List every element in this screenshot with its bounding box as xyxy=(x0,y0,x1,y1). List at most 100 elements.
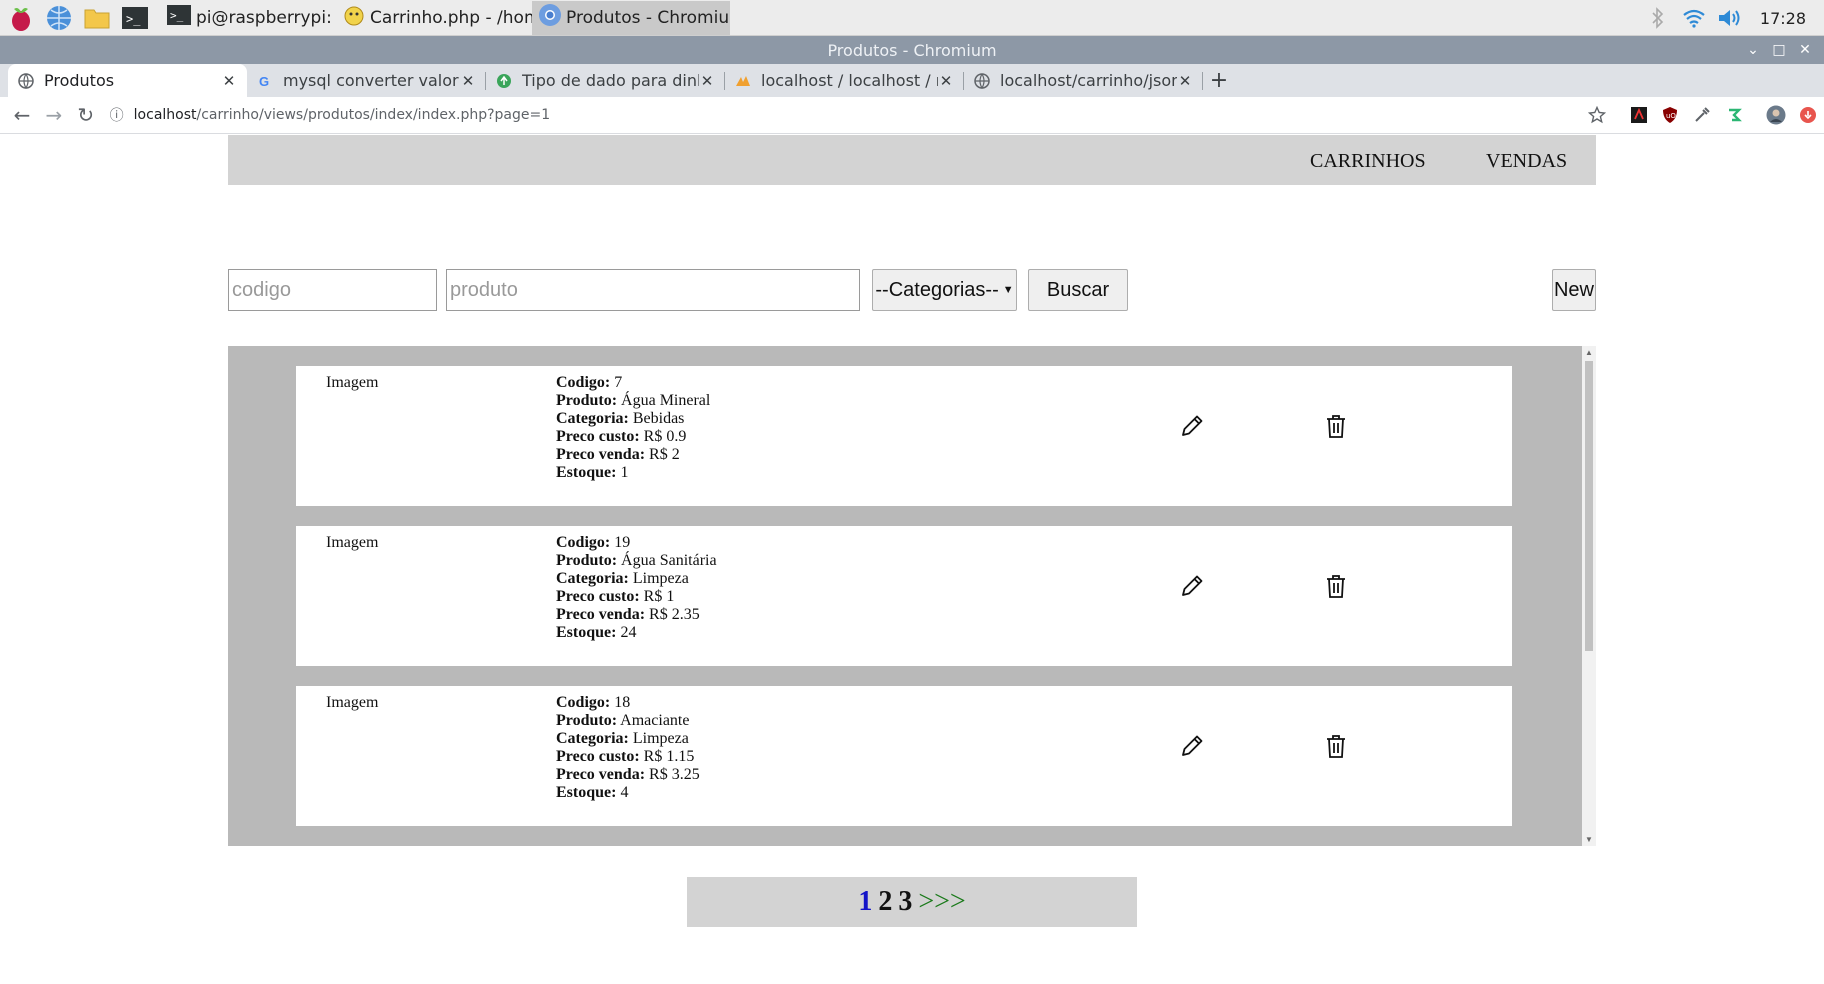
extension-pdf-icon[interactable] xyxy=(1623,99,1655,131)
tab-label: mysql converter valor em xyxy=(283,71,460,90)
edit-pencil-icon[interactable] xyxy=(1178,572,1206,600)
label-produto: Produto: xyxy=(556,712,618,729)
value-preco-venda: R$ 3.25 xyxy=(649,766,700,783)
site-info-icon[interactable]: ⓘ xyxy=(110,105,134,125)
buscar-button[interactable]: Buscar xyxy=(1028,269,1128,311)
ublock-origin-icon[interactable]: uO xyxy=(1655,99,1687,131)
update-alert-icon[interactable] xyxy=(1792,99,1824,131)
next-page-link[interactable]: >>> xyxy=(918,886,965,918)
wifi-icon[interactable] xyxy=(1676,0,1712,36)
categoria-selected-value: --Categorias-- xyxy=(875,278,999,301)
tab-tipo-de-dado[interactable]: Tipo de dado para dinheiro ✕ xyxy=(486,64,725,97)
tab-close-icon[interactable]: ✕ xyxy=(1177,72,1193,90)
page-link-1[interactable]: 1 xyxy=(858,886,872,918)
raspberry-menu-icon[interactable] xyxy=(4,3,38,33)
tab-phpmyadmin[interactable]: localhost / localhost / my ✕ xyxy=(725,64,964,97)
delete-trash-icon[interactable] xyxy=(1322,732,1350,760)
tab-close-icon[interactable]: ✕ xyxy=(699,72,715,90)
taskbar-task-label: Carrinho.php - /home... xyxy=(370,7,532,28)
value-produto: Água Mineral xyxy=(621,392,711,409)
page-link-2[interactable]: 2 xyxy=(878,886,892,918)
top-nav: CARRINHOS VENDAS xyxy=(228,135,1596,185)
delete-trash-icon[interactable] xyxy=(1322,572,1350,600)
value-categoria: Bebidas xyxy=(632,410,685,427)
new-tab-button[interactable]: + xyxy=(1203,64,1235,97)
label-codigo: Codigo: xyxy=(556,534,611,551)
product-card: Imagem Codigo: 18 Produto: Amaciante Cat… xyxy=(296,686,1512,826)
value-preco-custo: R$ 1 xyxy=(643,588,675,605)
label-estoque: Estoque: xyxy=(556,464,617,481)
codigo-input[interactable]: codigo xyxy=(228,269,437,311)
new-button[interactable]: New xyxy=(1552,269,1596,311)
svg-text:>_: >_ xyxy=(126,12,141,26)
tab-close-icon[interactable]: ✕ xyxy=(460,72,476,90)
maximize-icon[interactable]: □ xyxy=(1766,42,1792,58)
nav-link-vendas[interactable]: VENDAS xyxy=(1486,150,1567,173)
nav-link-carrinhos[interactable]: CARRINHOS xyxy=(1310,150,1426,173)
back-arrow-icon[interactable]: ← xyxy=(6,99,38,131)
address-bar[interactable]: ⓘ localhost/carrinho/views/produtos/inde… xyxy=(110,100,1581,130)
reload-icon[interactable]: ↻ xyxy=(70,99,102,131)
forward-arrow-icon[interactable]: → xyxy=(38,99,70,131)
svg-text:uO: uO xyxy=(1666,112,1676,120)
volume-icon[interactable] xyxy=(1712,0,1748,36)
label-preco-venda: Preco venda: xyxy=(556,446,646,463)
web-browser-launcher-icon[interactable] xyxy=(42,3,76,33)
recycle-favicon-icon xyxy=(497,73,511,88)
label-codigo: Codigo: xyxy=(556,374,611,391)
tab-close-icon[interactable]: ✕ xyxy=(938,72,954,90)
green-extension-icon[interactable] xyxy=(1718,99,1750,131)
list-scrollbar[interactable]: ▲ ▼ xyxy=(1582,346,1596,846)
scroll-down-arrow-icon[interactable]: ▼ xyxy=(1585,835,1593,844)
value-categoria: Limpeza xyxy=(632,730,689,747)
edit-pencil-icon[interactable] xyxy=(1178,412,1206,440)
delete-trash-icon[interactable] xyxy=(1322,412,1350,440)
terminal-icon: >_ xyxy=(166,4,192,31)
tab-label: Tipo de dado para dinheiro xyxy=(522,71,699,90)
geany-icon xyxy=(342,3,366,32)
tab-produtos[interactable]: Produtos ✕ xyxy=(8,64,247,97)
terminal-launcher-icon[interactable]: >_ xyxy=(118,3,152,33)
dropdown-arrow-icon: ▼ xyxy=(1002,284,1014,296)
value-preco-custo: R$ 1.15 xyxy=(643,748,695,765)
taskbar-task-label: Produtos - Chromium xyxy=(566,7,730,28)
bookmark-star-icon[interactable] xyxy=(1581,99,1613,131)
product-list[interactable]: Imagem Codigo: 7 Produto: Água Mineral C… xyxy=(228,346,1596,846)
tab-close-icon[interactable]: ✕ xyxy=(221,72,237,90)
google-favicon-icon: G xyxy=(259,74,269,89)
label-preco-custo: Preco custo: xyxy=(556,428,640,445)
taskbar-chromium-window[interactable]: Produtos - Chromium xyxy=(532,0,730,35)
minimize-icon[interactable]: ⌄ xyxy=(1740,42,1766,58)
produto-input[interactable]: produto xyxy=(446,269,860,311)
label-produto: Produto: xyxy=(556,392,618,409)
tab-separator xyxy=(1202,72,1203,90)
label-categoria: Categoria: xyxy=(556,730,629,747)
taskbar-terminal-window[interactable]: >_ pi@raspberrypi: ~/Do... xyxy=(160,1,336,35)
taskbar-geany-window[interactable]: Carrinho.php - /home... xyxy=(336,1,532,35)
scrollbar-thumb[interactable] xyxy=(1585,361,1593,651)
value-produto: Água Sanitária xyxy=(621,552,717,569)
bluetooth-icon[interactable] xyxy=(1640,0,1676,36)
url-text: localhost/carrinho/views/produtos/index/… xyxy=(134,107,550,123)
categoria-select[interactable]: --Categorias-- ▼ xyxy=(872,269,1017,311)
page-link-3[interactable]: 3 xyxy=(898,886,912,918)
file-manager-launcher-icon[interactable] xyxy=(80,3,114,33)
search-form: codigo produto --Categorias-- ▼ Buscar N… xyxy=(228,266,1596,311)
product-image-placeholder: Imagem xyxy=(326,694,379,711)
value-preco-venda: R$ 2.35 xyxy=(649,606,700,623)
tab-strip: Produtos ✕ G mysql converter valor em ✕ … xyxy=(0,64,1824,97)
edit-pencil-icon[interactable] xyxy=(1178,732,1206,760)
tab-carrinho-json[interactable]: localhost/carrinho/json/ ✕ xyxy=(964,64,1203,97)
label-categoria: Categoria: xyxy=(556,410,629,427)
url-host: localhost xyxy=(133,107,197,123)
label-preco-custo: Preco custo: xyxy=(556,588,640,605)
svg-text:G: G xyxy=(259,74,269,89)
phpmyadmin-favicon-icon xyxy=(736,75,750,86)
tab-mysql-converter[interactable]: G mysql converter valor em ✕ xyxy=(247,64,486,97)
eyedropper-extension-icon[interactable] xyxy=(1686,99,1718,131)
profile-avatar[interactable] xyxy=(1760,99,1792,131)
taskbar-task-label: pi@raspberrypi: ~/Do... xyxy=(196,7,336,28)
label-codigo: Codigo: xyxy=(556,694,611,711)
scroll-up-arrow-icon[interactable]: ▲ xyxy=(1585,348,1593,357)
close-window-icon[interactable]: ✕ xyxy=(1792,42,1818,58)
